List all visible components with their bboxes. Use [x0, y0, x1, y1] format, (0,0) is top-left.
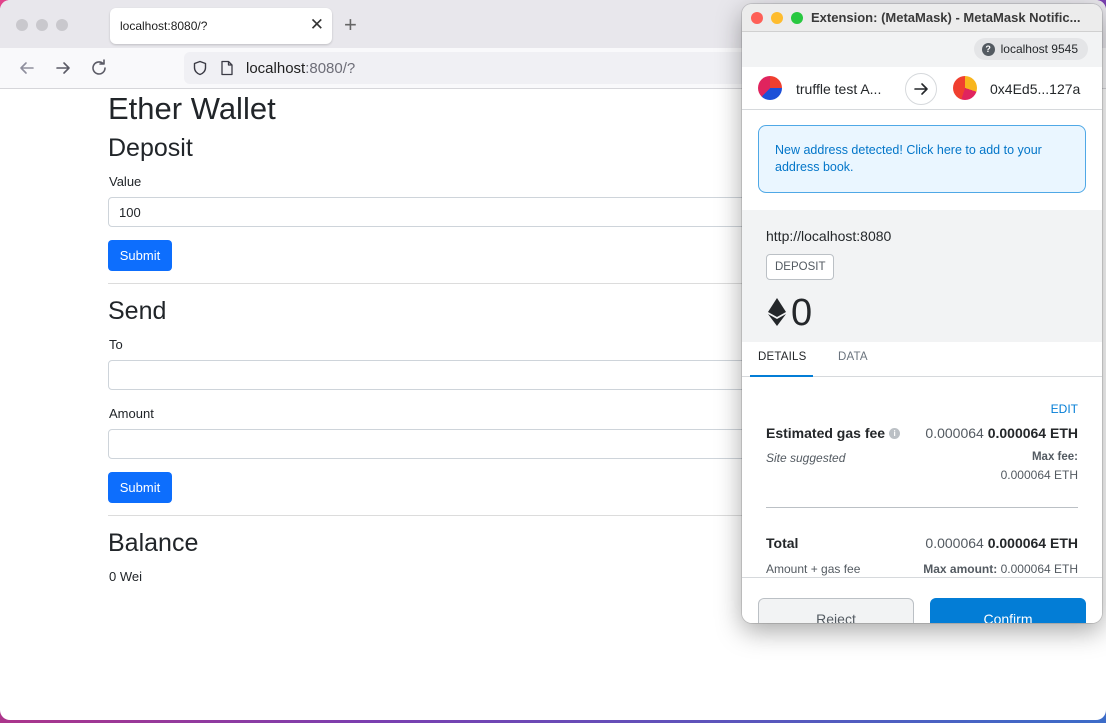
section-divider: [108, 515, 808, 516]
metamask-window-title: Extension: (MetaMask) - MetaMask Notific…: [811, 10, 1081, 25]
network-name: localhost 9545: [1000, 42, 1078, 56]
url-host: localhost: [246, 60, 306, 77]
transaction-amount: 0: [791, 292, 813, 334]
origin-site: http://localhost:8080: [766, 228, 892, 244]
deposit-heading: Deposit: [108, 134, 193, 162]
tab-data[interactable]: DATA: [838, 351, 868, 363]
send-amount-input[interactable]: [108, 429, 808, 459]
edit-gas-button[interactable]: EDIT: [1051, 402, 1078, 416]
max-amount-value: 0.000064 ETH: [1000, 562, 1078, 576]
recipient-avatar: [953, 76, 977, 100]
tab-title: localhost:8080/?: [120, 19, 208, 33]
tracking-shield-icon[interactable]: [192, 60, 208, 76]
minimize-popup-button[interactable]: [771, 12, 783, 24]
details-tabs: DETAILS DATA: [742, 342, 1102, 377]
gas-fee-secondary: 0.000064: [925, 425, 984, 441]
zoom-window-button[interactable]: [56, 19, 68, 31]
reload-icon[interactable]: [88, 57, 110, 79]
max-fee-value: 0.000064 ETH: [1000, 468, 1078, 482]
back-arrow-icon[interactable]: [16, 57, 38, 79]
url-path: :8080/?: [305, 60, 356, 77]
close-window-button[interactable]: [16, 19, 28, 31]
forward-arrow-icon[interactable]: [52, 57, 74, 79]
page-info-icon[interactable]: [220, 60, 234, 76]
ethereum-icon: [768, 298, 786, 326]
url-text[interactable]: localhost:8080/?: [246, 60, 355, 77]
section-divider: [108, 283, 808, 284]
gas-fee-primary: 0.000064 ETH: [987, 425, 1078, 441]
tab-close-icon[interactable]: ✕: [310, 15, 324, 35]
gas-fee-value: 0.000064 0.000064 ETH: [925, 425, 1078, 441]
balance-heading: Balance: [108, 529, 199, 557]
deposit-value-label: Value: [109, 174, 142, 189]
send-amount-label: Amount: [109, 406, 154, 421]
gas-fee-label-text: Estimated gas fee: [766, 425, 886, 441]
tab-details[interactable]: DETAILS: [758, 351, 806, 363]
send-to-label: To: [109, 337, 123, 352]
total-primary: 0.000064 ETH: [987, 535, 1078, 551]
site-suggested-label: Site suggested: [766, 451, 846, 465]
send-heading: Send: [108, 297, 167, 325]
deposit-value-input[interactable]: [108, 197, 808, 227]
new-address-alert[interactable]: New address detected! Click here to add …: [758, 125, 1086, 193]
total-secondary: 0.000064: [925, 535, 984, 551]
address-bar[interactable]: localhost:8080/?: [184, 52, 764, 84]
info-icon[interactable]: i: [889, 428, 901, 439]
method-badge: DEPOSIT: [766, 254, 835, 280]
sender-account-name[interactable]: truffle test A...: [796, 81, 881, 97]
metamask-notification-window: Extension: (MetaMask) - MetaMask Notific…: [742, 4, 1102, 623]
reject-button[interactable]: Reject: [758, 598, 914, 623]
send-submit-button[interactable]: Submit: [108, 472, 172, 503]
max-amount-label: Max amount:: [923, 562, 998, 576]
new-tab-button[interactable]: +: [344, 13, 357, 37]
gas-fee-label: Estimated gas fee i: [766, 425, 901, 441]
recipient-address[interactable]: 0x4Ed5...127a: [990, 81, 1080, 97]
details-divider: [766, 507, 1078, 508]
arrow-right-icon: [905, 73, 937, 105]
total-sub-label: Amount + gas fee: [766, 562, 861, 576]
transaction-summary: http://localhost:8080 DEPOSIT 0: [742, 210, 1102, 342]
max-fee-label: Max fee:: [1031, 451, 1078, 463]
network-bar: ? localhost 9545: [742, 32, 1102, 67]
network-indicator[interactable]: ? localhost 9545: [973, 38, 1088, 60]
balance-value: 0 Wei: [109, 569, 142, 584]
page-title: Ether Wallet: [108, 91, 276, 126]
total-value: 0.000064 0.000064 ETH: [925, 535, 1078, 551]
fee-details: EDIT Estimated gas fee i 0.000064 0.00006…: [742, 377, 1102, 577]
total-label: Total: [766, 535, 799, 551]
action-footer: Reject Confirm: [742, 577, 1102, 623]
browser-tab[interactable]: localhost:8080/? ✕: [110, 8, 332, 44]
send-to-input[interactable]: [108, 360, 808, 390]
confirm-button[interactable]: Confirm: [930, 598, 1086, 623]
deposit-submit-button[interactable]: Submit: [108, 240, 172, 271]
max-amount: Max amount: 0.000064 ETH: [923, 562, 1078, 576]
sender-avatar: [758, 76, 782, 100]
help-icon: ?: [981, 42, 995, 56]
metamask-titlebar: Extension: (MetaMask) - MetaMask Notific…: [742, 4, 1102, 32]
zoom-popup-button[interactable]: [791, 12, 803, 24]
close-popup-button[interactable]: [751, 12, 763, 24]
minimize-window-button[interactable]: [36, 19, 48, 31]
sender-recipient-bar: truffle test A... 0x4Ed5...127a: [742, 67, 1102, 110]
